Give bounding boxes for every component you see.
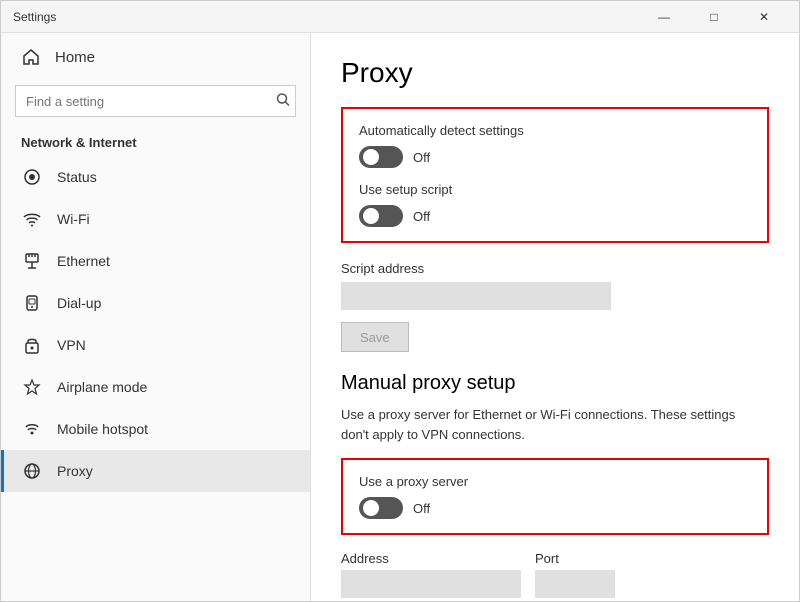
sidebar-item-ethernet[interactable]: Ethernet bbox=[1, 240, 310, 282]
dialup-label: Dial-up bbox=[57, 295, 101, 311]
use-proxy-label: Use a proxy server bbox=[359, 474, 751, 489]
sidebar-item-status[interactable]: Status bbox=[1, 156, 310, 198]
dialup-icon bbox=[21, 292, 43, 314]
port-input[interactable] bbox=[535, 570, 615, 598]
hotspot-label: Mobile hotspot bbox=[57, 421, 148, 437]
auto-detect-label: Automatically detect settings bbox=[359, 123, 751, 138]
sidebar-item-hotspot[interactable]: Mobile hotspot bbox=[1, 408, 310, 450]
hotspot-icon bbox=[21, 418, 43, 440]
proxy-toggle[interactable] bbox=[359, 497, 403, 519]
sidebar-item-airplane[interactable]: Airplane mode bbox=[1, 366, 310, 408]
auto-detect-row: Off bbox=[359, 146, 751, 168]
minimize-button[interactable]: — bbox=[641, 1, 687, 33]
address-field-group: Address bbox=[341, 551, 521, 598]
setup-script-toggle[interactable] bbox=[359, 205, 403, 227]
sidebar-item-vpn[interactable]: VPN bbox=[1, 324, 310, 366]
maximize-button[interactable]: □ bbox=[691, 1, 737, 33]
wifi-label: Wi-Fi bbox=[57, 211, 90, 227]
setup-script-row: Off bbox=[359, 205, 751, 227]
use-setup-script-label: Use setup script bbox=[359, 182, 751, 197]
status-label: Status bbox=[57, 169, 97, 185]
address-port-row: Address Port bbox=[341, 551, 769, 598]
main-content: Home Network & Internet bbox=[1, 33, 799, 601]
vpn-label: VPN bbox=[57, 337, 86, 353]
window-title: Settings bbox=[13, 10, 56, 24]
sidebar-section-title: Network & Internet bbox=[1, 127, 310, 156]
script-address-input[interactable] bbox=[341, 282, 611, 310]
status-icon bbox=[21, 166, 43, 188]
port-label: Port bbox=[535, 551, 615, 566]
search-input[interactable] bbox=[15, 85, 296, 117]
sidebar-item-proxy[interactable]: Proxy bbox=[1, 450, 310, 492]
auto-detect-toggle-label: Off bbox=[413, 150, 430, 165]
sidebar-search-container bbox=[15, 85, 296, 117]
sidebar-item-dialup[interactable]: Dial-up bbox=[1, 282, 310, 324]
wifi-icon bbox=[21, 208, 43, 230]
script-address-label: Script address bbox=[341, 261, 769, 276]
search-icon-button[interactable] bbox=[276, 93, 290, 110]
auto-detect-toggle[interactable] bbox=[359, 146, 403, 168]
address-label: Address bbox=[341, 551, 521, 566]
ethernet-icon bbox=[21, 250, 43, 272]
save-button[interactable]: Save bbox=[341, 322, 409, 352]
main-panel: Proxy Automatically detect settings Off … bbox=[311, 33, 799, 601]
proxy-toggle-row: Off bbox=[359, 497, 751, 519]
vpn-icon bbox=[21, 334, 43, 356]
auto-proxy-section: Automatically detect settings Off Use se… bbox=[341, 107, 769, 243]
proxy-label: Proxy bbox=[57, 463, 93, 479]
window-controls: — □ ✕ bbox=[641, 1, 787, 33]
close-button[interactable]: ✕ bbox=[741, 1, 787, 33]
sidebar-item-home[interactable]: Home bbox=[1, 33, 310, 81]
manual-proxy-desc: Use a proxy server for Ethernet or Wi-Fi… bbox=[341, 405, 761, 444]
proxy-toggle-label: Off bbox=[413, 501, 430, 516]
titlebar: Settings — □ ✕ bbox=[1, 1, 799, 33]
sidebar: Home Network & Internet bbox=[1, 33, 311, 601]
settings-window: Settings — □ ✕ Home bbox=[0, 0, 800, 602]
sidebar-item-wifi[interactable]: Wi-Fi bbox=[1, 198, 310, 240]
port-field-group: Port bbox=[535, 551, 615, 598]
address-input[interactable] bbox=[341, 570, 521, 598]
manual-proxy-title: Manual proxy setup bbox=[341, 372, 769, 395]
ethernet-label: Ethernet bbox=[57, 253, 110, 269]
home-icon bbox=[21, 47, 41, 67]
proxy-server-section: Use a proxy server Off bbox=[341, 458, 769, 535]
airplane-label: Airplane mode bbox=[57, 379, 147, 395]
airplane-icon bbox=[21, 376, 43, 398]
page-title: Proxy bbox=[341, 57, 769, 89]
home-label: Home bbox=[55, 49, 95, 66]
proxy-icon bbox=[21, 460, 43, 482]
setup-script-toggle-label: Off bbox=[413, 209, 430, 224]
